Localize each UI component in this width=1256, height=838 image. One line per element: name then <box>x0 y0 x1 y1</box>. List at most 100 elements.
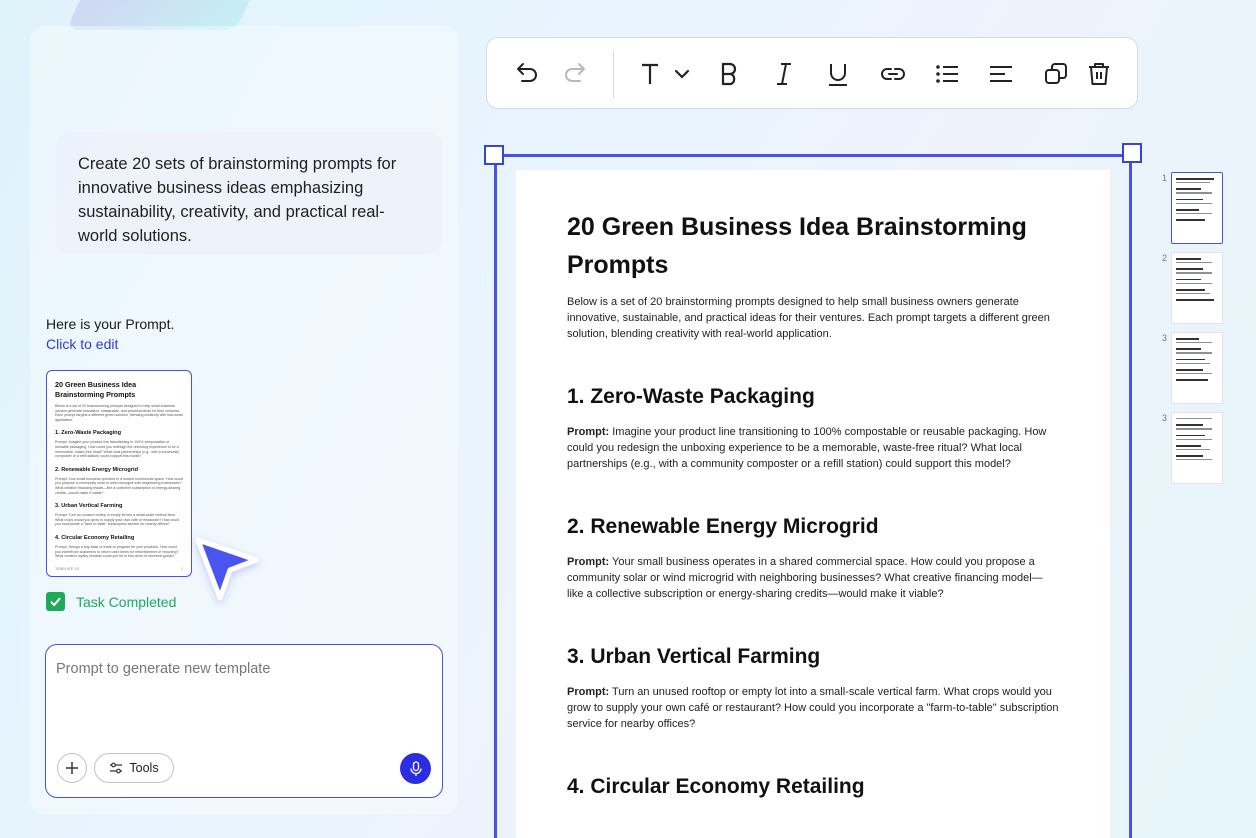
selection-frame-left <box>494 154 497 838</box>
prompt-label: Prompt: <box>567 686 610 698</box>
user-message: Create 20 sets of brainstorming prompts … <box>56 132 442 254</box>
thumb-line <box>1176 341 1212 344</box>
thumb-line <box>1176 268 1204 271</box>
link-icon <box>881 68 905 80</box>
bold-icon <box>721 62 737 86</box>
thumb-line <box>1176 258 1202 260</box>
toolbar-separator <box>613 50 614 98</box>
pointer-cursor-icon <box>195 537 259 601</box>
thumb-line <box>1176 379 1208 381</box>
thumbnail-number: 1 <box>1162 173 1168 183</box>
preview-text: Prompt: Your small business operates in … <box>55 476 183 495</box>
redo-button[interactable] <box>559 58 591 90</box>
resize-handle-top-left[interactable] <box>484 145 504 165</box>
thumb-line <box>1176 198 1204 201</box>
preview-heading: 3. Urban Vertical Farming <box>55 503 123 510</box>
tools-button[interactable]: Tools <box>94 753 174 783</box>
thumb-line <box>1176 358 1206 361</box>
thumb-line <box>1176 428 1212 430</box>
click-to-edit-link[interactable]: Click to edit <box>46 336 118 352</box>
thumb-line <box>1176 178 1214 180</box>
thumb-line <box>1176 181 1210 184</box>
preview-footer-left: TEMPLATE 1/3 <box>55 567 80 571</box>
microphone-button[interactable] <box>400 753 431 784</box>
add-button[interactable] <box>57 753 87 783</box>
page-thumbnail[interactable] <box>1171 332 1223 404</box>
thumb-line <box>1176 424 1204 427</box>
section-heading: 3. Urban Vertical Farming <box>567 645 821 668</box>
thumb-line <box>1176 448 1210 451</box>
align-left-icon <box>990 66 1012 82</box>
prompt-input[interactable] <box>56 661 426 677</box>
microphone-icon <box>409 760 422 776</box>
preview-text: Prompt: Design a buy-back or trade-in pr… <box>55 544 179 559</box>
thumbnail-number: 3 <box>1162 413 1168 423</box>
thumbnail-number: 3 <box>1162 333 1168 343</box>
resize-handle-top-right[interactable] <box>1122 143 1142 163</box>
delete-button[interactable] <box>1083 58 1115 90</box>
undo-icon <box>517 63 537 82</box>
document-page[interactable]: 20 Green Business Idea Brainstorming Pro… <box>516 170 1110 838</box>
thumb-line <box>1176 338 1200 340</box>
page-thumbnail[interactable] <box>1171 172 1223 244</box>
underline-button[interactable] <box>822 58 854 90</box>
preview-title: 20 Green Business Idea Brainstorming Pro… <box>55 380 137 399</box>
sliders-icon <box>110 762 123 774</box>
preview-heading: 2. Renewable Energy Microgrid <box>55 466 138 473</box>
duplicate-button[interactable] <box>1040 58 1072 90</box>
preview-footer-right: 1 <box>181 567 183 571</box>
undo-button[interactable] <box>511 58 543 90</box>
bold-button[interactable] <box>713 58 745 90</box>
italic-icon <box>777 63 791 85</box>
thumb-line <box>1176 372 1212 375</box>
section-heading: 2. Renewable Energy Microgrid <box>567 515 879 538</box>
preview-footer: TEMPLATE 1/3 1 <box>55 567 183 571</box>
thumb-line <box>1176 438 1212 440</box>
plus-icon <box>66 762 78 774</box>
section-paragraph: Prompt: Your small business operates in … <box>567 554 1059 602</box>
prompt-label: Prompt: <box>567 426 610 438</box>
preview-heading: 1. Zero-Waste Packaging <box>55 430 122 437</box>
duplicate-icon <box>1045 63 1067 84</box>
section-paragraph: Prompt: Imagine your product line transi… <box>567 424 1059 472</box>
bullet-list-button[interactable] <box>931 58 963 90</box>
section-text: Imagine your product line transitioning … <box>567 426 1047 470</box>
thumb-line <box>1176 188 1202 191</box>
thumb-line <box>1176 282 1212 284</box>
thumb-line <box>1176 212 1212 215</box>
thumb-line <box>1176 444 1202 447</box>
document-intro: Below is a set of 20 brainstorming promp… <box>567 296 1050 340</box>
preview-intro: Below is a set of 20 brainstorming promp… <box>55 404 183 422</box>
page-thumbnail[interactable] <box>1171 252 1223 324</box>
bullet-list-icon <box>936 65 958 83</box>
section-text: Your small business operates in a shared… <box>567 556 1043 600</box>
thumb-line <box>1176 292 1210 295</box>
thumb-line <box>1176 459 1212 461</box>
template-preview-card[interactable]: 20 Green Business Idea Brainstorming Pro… <box>46 370 192 577</box>
thumb-line <box>1176 261 1212 264</box>
thumb-line <box>1176 272 1212 274</box>
preview-heading: 4. Circular Economy Retailing <box>55 534 135 541</box>
selection-frame-right <box>1129 154 1132 838</box>
tools-label: Tools <box>129 761 159 775</box>
underline-icon <box>829 64 847 86</box>
text-style-dropdown[interactable] <box>633 58 697 90</box>
thumb-line <box>1176 192 1212 194</box>
thumb-line <box>1176 455 1204 457</box>
formatting-toolbar <box>486 37 1138 109</box>
thumb-line <box>1176 418 1212 420</box>
page-thumbnail[interactable] <box>1171 412 1223 484</box>
section-text: Turn an unused rooftop or empty lot into… <box>567 686 1059 730</box>
link-button[interactable] <box>877 58 909 90</box>
italic-button[interactable] <box>768 58 800 90</box>
chat-panel: Create 20 sets of brainstorming prompts … <box>30 26 458 814</box>
thumb-line <box>1176 299 1214 301</box>
thumbnail-number: 2 <box>1162 253 1168 263</box>
section-heading: 4. Circular Economy Retailing <box>567 775 865 798</box>
document-title: 20 Green Business Idea Brainstorming Pro… <box>567 213 1027 279</box>
redo-icon <box>565 63 585 82</box>
thumb-line <box>1176 352 1212 354</box>
section-paragraph: Prompt: Turn an unused rooftop or empty … <box>567 684 1059 732</box>
align-left-button[interactable] <box>985 58 1017 90</box>
checkbox-checked-icon <box>46 592 65 611</box>
